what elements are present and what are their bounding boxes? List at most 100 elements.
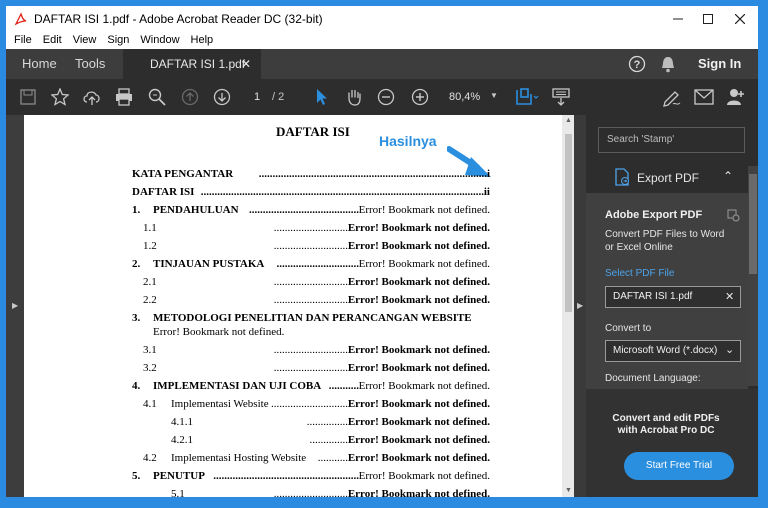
convert-to-label: Convert to	[605, 323, 652, 334]
hand-tool-button[interactable]	[344, 87, 364, 107]
print-icon	[116, 88, 132, 106]
help-icon[interactable]: ?	[628, 55, 646, 73]
selected-file-field[interactable]: DAFTAR ISI 1.pdf ✕	[605, 286, 741, 308]
share-button[interactable]	[726, 87, 746, 107]
expand-left-pane-icon[interactable]: ▶	[12, 301, 18, 310]
tab-tools[interactable]: Tools	[75, 49, 105, 79]
page-display-button[interactable]	[514, 87, 540, 107]
menu-window[interactable]: Window	[140, 32, 179, 49]
tab-close-icon[interactable]: ✕	[241, 49, 251, 79]
select-tool-button[interactable]	[312, 87, 332, 107]
close-button[interactable]	[722, 6, 758, 32]
toc-page-ref: Error! Bookmark not defined.	[358, 258, 490, 270]
toc-line[interactable]: 3.1 Error! Bookmark not defined..........…	[24, 344, 544, 358]
document-view[interactable]: DAFTAR ISI Hasilnya KATA PENGANTAR i.....…	[24, 115, 562, 497]
export-pdf-icon	[615, 168, 629, 186]
toc-line[interactable]: 3. METODOLOGI PENELITIAN DAN PERANCANGAN …	[24, 312, 544, 326]
notification-bell-icon[interactable]	[660, 56, 676, 73]
toc-line[interactable]: 5. PENUTUP Error! Bookmark not defined....…	[24, 470, 544, 484]
toc-line[interactable]: Error! Bookmark not defined.	[24, 326, 544, 340]
toc-page-ref: Error! Bookmark not defined.	[347, 294, 490, 306]
chevron-down-icon: ⌄	[725, 344, 735, 356]
toc-page-ref: i	[486, 168, 490, 180]
convert-format-select[interactable]: Microsoft Word (*.docx) ⌄	[605, 340, 741, 362]
toc-leader-dots: ...........	[328, 380, 359, 392]
tab-home[interactable]: Home	[22, 49, 57, 79]
toc-number: 4.2.1	[171, 434, 193, 446]
toc-line[interactable]: 1.2 Error! Bookmark not defined..........…	[24, 240, 544, 254]
zoom-dropdown[interactable]: 80,4% ▼	[446, 87, 500, 107]
collapse-right-pane-icon[interactable]: ▶	[577, 301, 583, 310]
page-total: / 2	[272, 91, 285, 103]
zoom-out-button[interactable]	[376, 87, 396, 107]
toc-line[interactable]: KATA PENGANTAR i.........................…	[24, 168, 544, 182]
toc-line[interactable]: 4. IMPLEMENTASI DAN UJI COBA Error! Bookma…	[24, 380, 544, 394]
left-nav-pane[interactable]: ▶	[6, 115, 24, 497]
toc-label: Implementasi Hosting Website	[171, 452, 307, 464]
menu-edit[interactable]: Edit	[43, 32, 62, 49]
zoom-value: 80,4%	[449, 91, 481, 103]
toc-line[interactable]: DAFTAR ISI ii............................…	[24, 186, 544, 200]
scroll-down-icon[interactable]: ▼	[565, 487, 572, 494]
toc-line[interactable]: 1. PENDAHULUAN Error! Bookmark not defined…	[24, 204, 544, 218]
menu-sign[interactable]: Sign	[107, 32, 129, 49]
sign-in-button[interactable]: Sign In	[698, 49, 741, 79]
svg-text:?: ?	[634, 59, 641, 71]
remove-file-icon[interactable]: ✕	[725, 290, 734, 303]
toc-label: Implementasi Website	[171, 398, 269, 410]
toc-line[interactable]: 4.1 Implementasi Website Error! Bookmark n…	[24, 398, 544, 412]
menu-view[interactable]: View	[73, 32, 97, 49]
print-button[interactable]	[114, 87, 134, 107]
previous-page-button[interactable]	[180, 87, 200, 107]
tools-pane-scrollbar-thumb[interactable]	[749, 174, 757, 274]
save-button[interactable]	[18, 87, 38, 107]
menu-file[interactable]: File	[14, 32, 32, 49]
fill-sign-button[interactable]	[662, 87, 682, 107]
right-pane-splitter[interactable]: ▶	[574, 115, 586, 497]
maximize-icon	[703, 14, 713, 24]
next-page-button[interactable]	[212, 87, 232, 107]
minimize-icon	[673, 18, 683, 20]
acrobat-logo-icon	[15, 12, 27, 26]
email-button[interactable]	[694, 87, 714, 107]
toc-leader-dots: ........................................…	[258, 168, 487, 180]
search-tools-input[interactable]: Search 'Stamp'	[598, 127, 745, 153]
toc-line[interactable]: 1.1 Error! Bookmark not defined..........…	[24, 222, 544, 236]
scroll-mode-button[interactable]	[550, 87, 572, 107]
toc-line[interactable]: 5.1 Error! Bookmark not defined..........…	[24, 488, 544, 497]
toc-line[interactable]: 2.1 Error! Bookmark not defined..........…	[24, 276, 544, 290]
toc-line[interactable]: 2.2 Error! Bookmark not defined..........…	[24, 294, 544, 308]
toc-line[interactable]: 4.2 Implementasi Hosting Website Error! Bo…	[24, 452, 544, 466]
toc-number: 2.1	[143, 276, 157, 288]
chevron-down-icon: ▼	[490, 91, 498, 100]
start-free-trial-button[interactable]: Start Free Trial	[624, 452, 734, 480]
maximize-button[interactable]	[690, 6, 726, 32]
toc-page-ref: Error! Bookmark not defined.	[347, 488, 490, 497]
close-icon	[735, 14, 745, 24]
toc-line[interactable]: 2. TINJAUAN PUSTAKA Error! Bookmark not de…	[24, 258, 544, 272]
bookmark-star-button[interactable]	[50, 87, 70, 107]
document-scrollbar-thumb[interactable]	[565, 134, 572, 312]
toc-leader-dots: ...........................	[273, 488, 348, 497]
toc-number: 4.1.1	[171, 416, 193, 428]
scroll-up-icon[interactable]: ▲	[565, 117, 572, 124]
tab-document-label: DAFTAR ISI 1.pdf	[150, 57, 246, 71]
toc-line[interactable]: 4.1.1 Error! Bookmark not defined........…	[24, 416, 544, 430]
menu-help[interactable]: Help	[191, 32, 214, 49]
keyboard-icon	[552, 88, 570, 106]
page-number-input[interactable]: 1	[254, 91, 260, 103]
toc-page-ref: Error! Bookmark not defined.	[347, 222, 490, 234]
upload-button[interactable]	[82, 87, 102, 107]
zoom-in-button[interactable]	[410, 87, 430, 107]
select-pdf-file-link[interactable]: Select PDF File	[605, 268, 674, 279]
toc-line[interactable]: 4.2.1 Error! Bookmark not defined........…	[24, 434, 544, 448]
page-title: DAFTAR ISI	[276, 124, 350, 139]
export-pdf-header[interactable]: Export PDF ⌃	[586, 163, 748, 193]
tab-document[interactable]: DAFTAR ISI 1.pdf ✕	[123, 49, 261, 79]
annotation-label: Hasilnya	[379, 133, 437, 149]
export-settings-icon[interactable]	[727, 209, 740, 222]
toc-line[interactable]: 3.2 Error! Bookmark not defined..........…	[24, 362, 544, 376]
hand-icon	[348, 89, 361, 106]
chevron-up-icon[interactable]: ⌃	[723, 169, 733, 183]
find-button[interactable]	[147, 87, 167, 107]
